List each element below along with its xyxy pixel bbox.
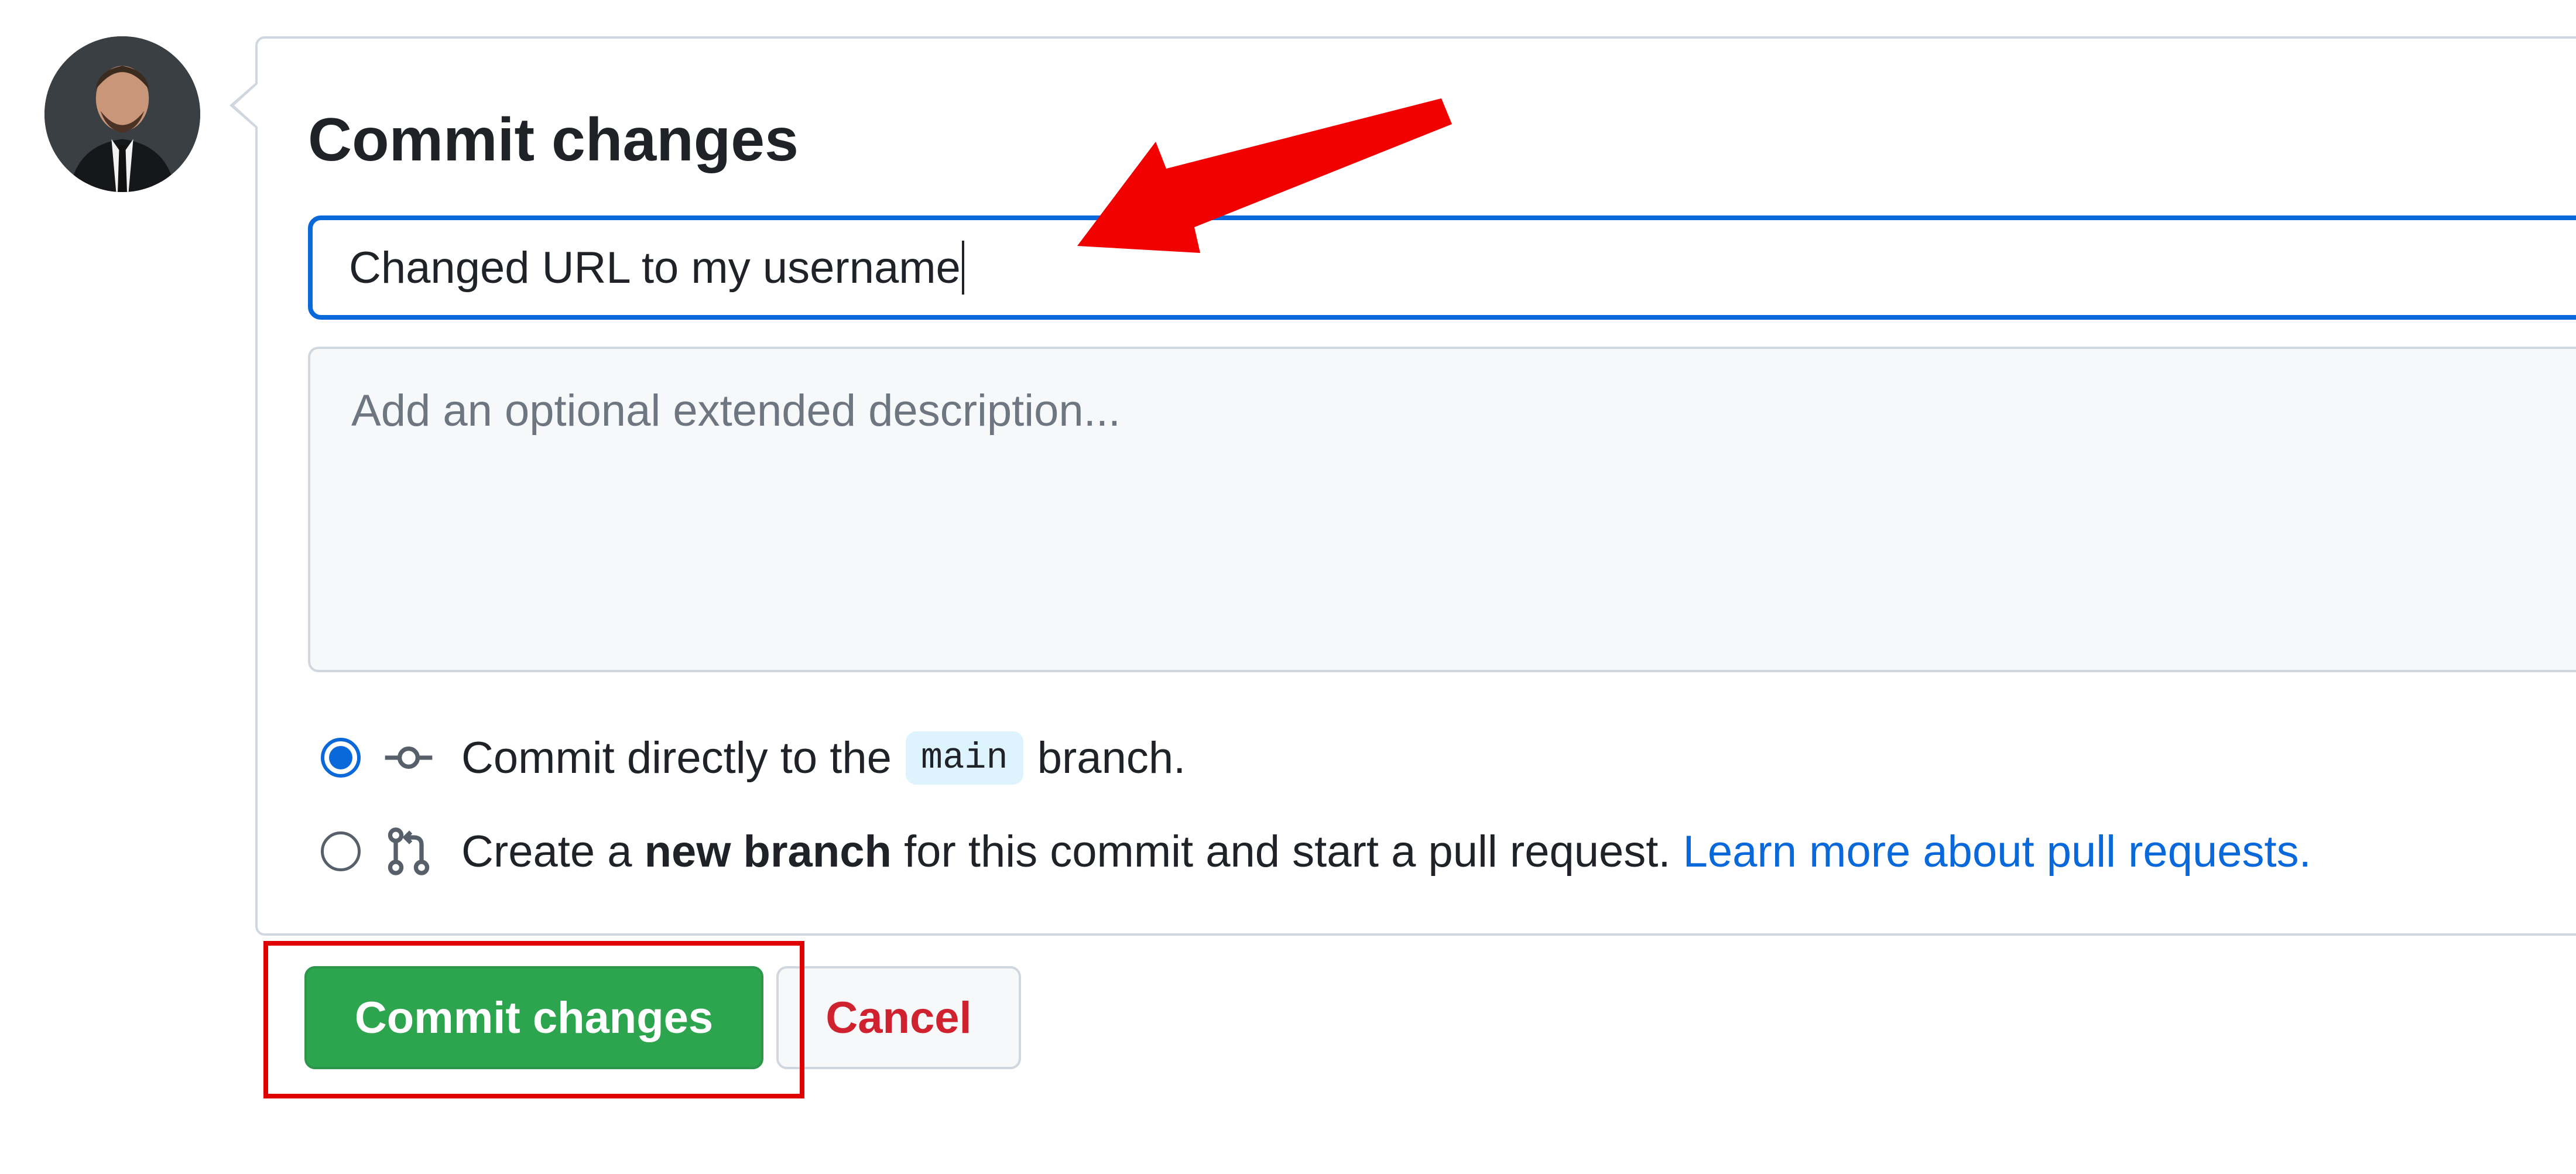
git-pull-request-icon [383,826,434,877]
learn-more-pull-requests-link[interactable]: Learn more about pull requests. [1683,826,2311,877]
description-placeholder: Add an optional extended description... [351,386,1121,436]
option-commit-direct[interactable]: Commit directly to the main branch. [321,728,1186,787]
commit-changes-button[interactable]: Commit changes [304,966,763,1069]
radio-new-branch[interactable] [321,831,361,871]
option-new-branch-middle: for this commit and start a pull request… [904,826,1671,877]
branch-name-badge: main [905,731,1023,785]
avatar-image [44,36,200,192]
cancel-button[interactable]: Cancel [776,966,1021,1069]
commit-summary-input[interactable]: Changed URL to my username [308,215,2576,320]
option-direct-prefix: Commit directly to the [461,733,892,783]
user-avatar[interactable] [44,36,200,192]
option-new-branch-prefix: Create a [461,826,632,877]
git-commit-icon [383,732,434,783]
option-new-branch-bold: new branch [644,826,892,877]
extended-description-textarea[interactable]: Add an optional extended description... [308,347,2576,672]
radio-commit-direct[interactable] [321,738,361,778]
speech-caret [234,82,260,129]
option-new-branch[interactable]: Create a new branch for this commit and … [321,822,2311,881]
text-cursor [961,241,964,295]
commit-summary-value: Changed URL to my username [349,242,961,293]
dialog-title: Commit changes [308,106,799,174]
option-direct-suffix: branch. [1037,733,1186,783]
